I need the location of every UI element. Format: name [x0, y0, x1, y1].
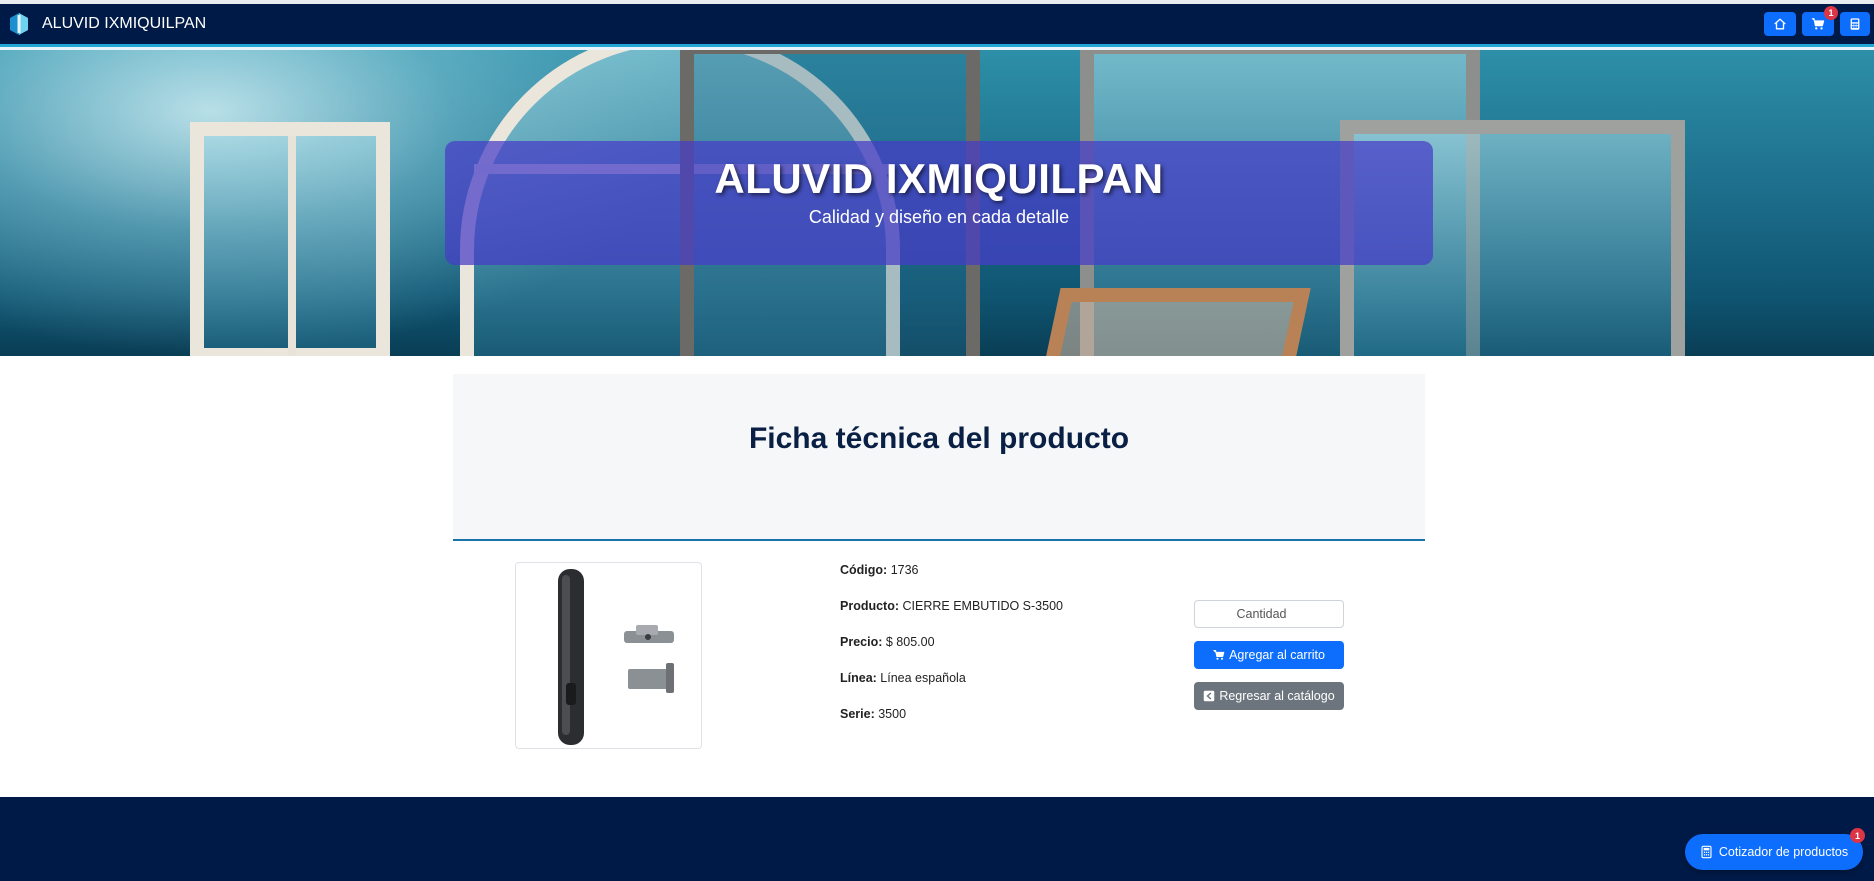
- cart-count-badge: 1: [1824, 6, 1838, 20]
- calculator-icon: [1850, 18, 1860, 30]
- brand-link[interactable]: ALUVID IXMIQUILPAN: [8, 12, 206, 36]
- detail-serie: Serie: 3500: [840, 707, 907, 721]
- hero-window-illustration: [190, 122, 390, 356]
- hero-window-illustration: [1039, 288, 1311, 356]
- add-to-cart-button[interactable]: Agregar al carrito: [1194, 641, 1344, 669]
- producto-value: CIERRE EMBUTIDO S-3500: [902, 599, 1063, 613]
- quote-calculator-button[interactable]: Cotizador de productos 1: [1685, 828, 1865, 870]
- cart-icon: [1213, 650, 1225, 660]
- home-icon: [1774, 18, 1786, 30]
- page-title: Ficha técnica del producto: [748, 422, 1130, 455]
- quote-calculator-label: Cotizador de productos: [1718, 845, 1849, 859]
- quantity-input[interactable]: [1194, 600, 1344, 628]
- linea-value: Línea española: [880, 671, 966, 685]
- quote-count-badge: 1: [1850, 828, 1865, 843]
- navbar: ALUVID IXMIQUILPAN 1: [0, 4, 1874, 44]
- brand-logo-icon: [10, 13, 28, 35]
- add-to-cart-label: Agregar al carrito: [1229, 648, 1325, 662]
- detail-codigo: Código: 1736: [840, 563, 919, 577]
- back-to-catalog-label: Regresar al catálogo: [1219, 689, 1335, 703]
- calculator-icon: [1701, 845, 1712, 859]
- serie-value: 3500: [878, 707, 907, 721]
- detail-linea: Línea: Línea española: [840, 671, 966, 685]
- cart-button[interactable]: 1: [1802, 6, 1838, 36]
- codigo-value: 1736: [890, 563, 919, 577]
- hero-title: ALUVID IXMIQUILPAN: [714, 155, 1164, 202]
- detail-producto: Producto: CIERRE EMBUTIDO S-3500: [840, 599, 1063, 613]
- calculator-button[interactable]: [1840, 12, 1870, 36]
- product-sheet-header: Ficha técnica del producto: [453, 374, 1425, 541]
- product-details: Código: 1736 Producto: CIERRE EMBUTIDO S…: [840, 563, 1063, 743]
- back-to-catalog-button[interactable]: Regresar al catálogo: [1194, 682, 1344, 710]
- hero-overlay-card: ALUVID IXMIQUILPAN Calidad y diseño en c…: [445, 141, 1433, 265]
- hero-subtitle: Calidad y diseño en cada detalle: [808, 207, 1070, 227]
- cart-icon: [1811, 18, 1825, 30]
- hero-banner: ALUVID IXMIQUILPAN Calidad y diseño en c…: [0, 50, 1874, 356]
- detail-precio: Precio: $ 805.00: [840, 635, 935, 649]
- footer: [0, 797, 1874, 881]
- home-button[interactable]: [1764, 12, 1796, 36]
- precio-value: $ 805.00: [885, 635, 935, 649]
- product-image: [515, 562, 702, 749]
- brand-name: ALUVID IXMIQUILPAN: [42, 15, 207, 32]
- back-arrow-icon: [1204, 690, 1215, 702]
- lock-hardware-image: [558, 569, 674, 745]
